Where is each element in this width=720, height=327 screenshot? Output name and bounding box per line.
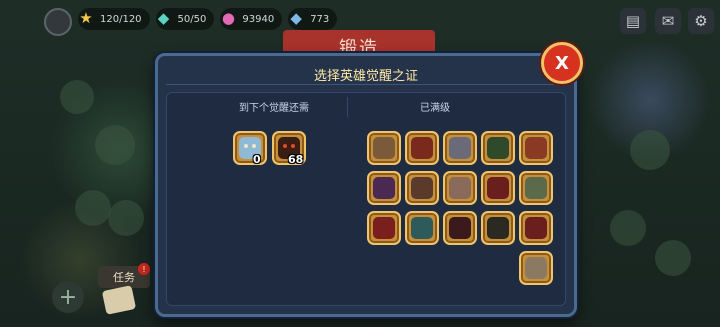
maxed-hero-card[interactable] (481, 171, 515, 205)
maxed-hero-card[interactable] (443, 171, 477, 205)
hero-portrait-icon (487, 177, 509, 199)
hero-count: 68 (288, 153, 304, 166)
gold-resource[interactable]: ● 93940 (220, 8, 283, 30)
maxed-hero-card[interactable] (405, 131, 439, 165)
maxed-hero-card[interactable] (443, 131, 477, 165)
hero-portrait-icon (449, 217, 471, 239)
task-alert-badge: ! (138, 263, 150, 275)
inventory-icon[interactable]: ▤ (620, 8, 646, 34)
energy-value: 120/120 (100, 13, 142, 25)
map-node (95, 125, 135, 165)
map-node (75, 190, 111, 226)
add-plus-icon[interactable]: + (52, 281, 84, 313)
gem-icon: ◆ (157, 9, 170, 27)
maxed-hero-card[interactable] (481, 131, 515, 165)
crystal-icon: ◆ (290, 9, 302, 27)
energy-resource[interactable]: ★ 120/120 (78, 8, 150, 30)
hero-portrait-icon (487, 137, 509, 159)
other-resource[interactable]: ◆ 773 (288, 8, 338, 30)
awakening-proof-dialog: 选择英雄觉醒之证 到下个觉醒还需 已满级 0 68 (155, 53, 577, 317)
hero-card-frost[interactable] (233, 131, 267, 165)
hero-portrait-icon (449, 137, 471, 159)
maxed-hero-card[interactable] (519, 171, 553, 205)
gold-value: 93940 (242, 13, 275, 25)
maxed-hero-card[interactable] (367, 171, 401, 205)
maxed-hero-card[interactable] (519, 251, 553, 285)
star-icon: ★ (79, 9, 93, 27)
needed-heroes-label: 到下个觉醒还需 (239, 103, 309, 114)
hero-portrait-icon (373, 177, 395, 199)
dialog-title: 选择英雄觉醒之证 (313, 69, 418, 84)
hero-portrait-icon (411, 137, 433, 159)
maxed-hero-card[interactable] (405, 211, 439, 245)
dialog-title-bar: 选择英雄觉醒之证 (166, 62, 566, 85)
other-value: 773 (310, 13, 330, 25)
map-node (610, 210, 646, 246)
hero-portrait-icon (373, 137, 395, 159)
hero-portrait-icon (525, 257, 547, 279)
hero-portrait-icon (525, 137, 547, 159)
maxed-hero-card[interactable] (367, 211, 401, 245)
hero-portrait-icon (449, 177, 471, 199)
ticket-resource[interactable]: ◆ 50/50 (155, 8, 215, 30)
potion-icon: ● (221, 9, 235, 27)
hero-portrait-icon (411, 177, 433, 199)
maxed-heroes-label: 已满级 (420, 103, 450, 114)
dialog-content: 到下个觉醒还需 已满级 0 68 (166, 92, 566, 306)
hero-portrait-icon (373, 217, 395, 239)
close-button[interactable]: X (541, 42, 583, 84)
maxed-hero-card[interactable] (481, 211, 515, 245)
hero-portrait-icon (525, 217, 547, 239)
profile-button[interactable] (44, 8, 72, 36)
hero-portrait-icon (525, 177, 547, 199)
map-node (108, 200, 144, 236)
maxed-hero-card[interactable] (519, 211, 553, 245)
hero-portrait-icon (487, 217, 509, 239)
section-divider (347, 97, 348, 117)
settings-gear-icon[interactable]: ⚙ (688, 8, 714, 34)
maxed-hero-card[interactable] (443, 211, 477, 245)
hero-count: 0 (253, 153, 261, 166)
map-node (655, 240, 691, 276)
maxed-hero-card[interactable] (519, 131, 553, 165)
mail-icon[interactable]: ✉ (655, 8, 681, 34)
hero-portrait-icon (411, 217, 433, 239)
ticket-value: 50/50 (177, 13, 207, 25)
maxed-hero-card[interactable] (405, 171, 439, 205)
map-node (630, 130, 670, 170)
maxed-hero-card[interactable] (367, 131, 401, 165)
map-node (60, 80, 94, 114)
